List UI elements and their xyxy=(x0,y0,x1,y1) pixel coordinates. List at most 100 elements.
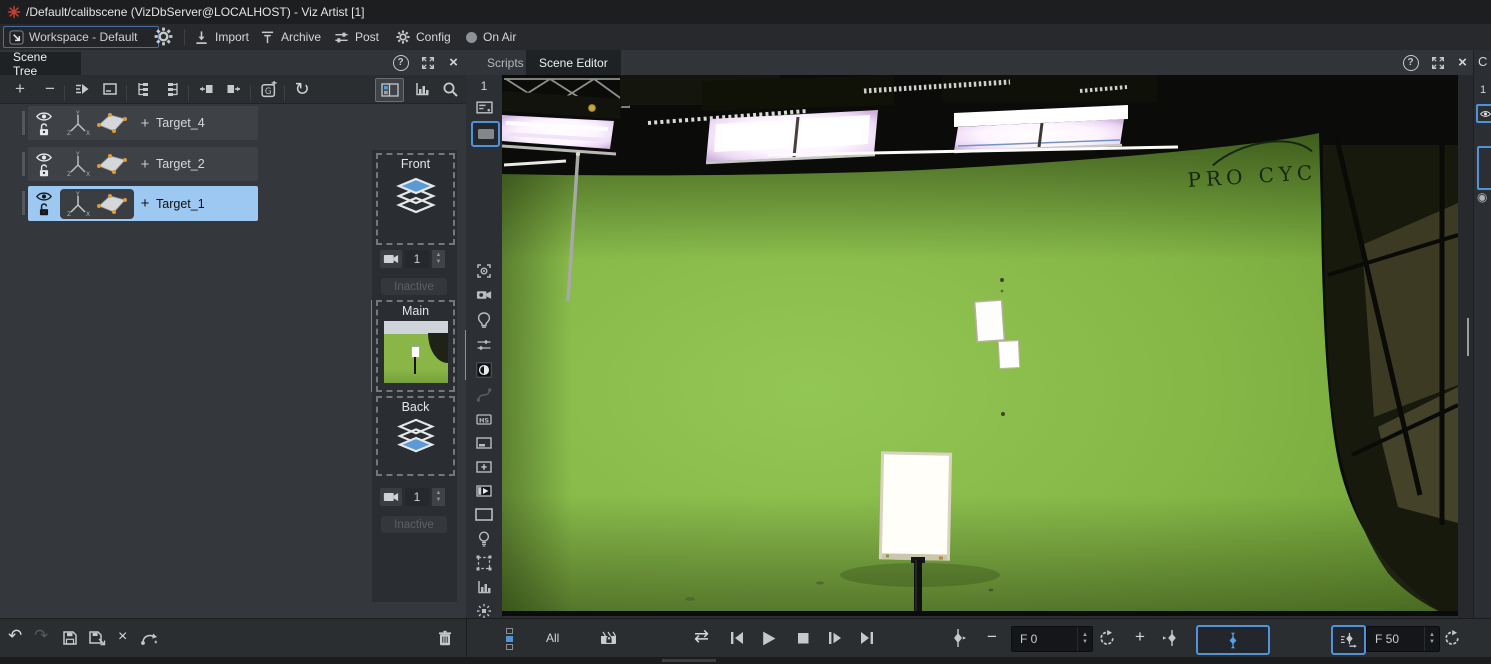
config-button[interactable]: Config xyxy=(396,24,451,50)
frame-end-field[interactable]: F 50 ▲▼ xyxy=(1366,626,1440,652)
trash-icon[interactable] xyxy=(438,630,452,646)
post-button[interactable]: Post xyxy=(334,24,379,50)
camera-icon[interactable] xyxy=(380,488,402,506)
visibility-lock-column[interactable] xyxy=(28,111,60,136)
loop-icon[interactable]: ⇄ xyxy=(694,628,709,645)
back-inactive-button[interactable]: Inactive xyxy=(381,516,447,533)
tree-view-toggle-button[interactable] xyxy=(375,78,404,102)
camera-select-icon[interactable] xyxy=(466,288,502,301)
remove-node-icon[interactable]: − xyxy=(40,80,60,98)
front-camera-spinner[interactable]: ▲▼ xyxy=(432,250,445,268)
insert-after-icon[interactable] xyxy=(224,80,244,98)
main-layer-dropzone[interactable]: Main xyxy=(376,300,455,392)
editor-scrollbar[interactable] xyxy=(1467,318,1469,356)
tree-chart-icon[interactable] xyxy=(412,80,432,98)
jump-to-icon[interactable] xyxy=(140,632,158,646)
expand-node-icon[interactable]: + xyxy=(134,156,156,173)
lighting-bulb-icon[interactable] xyxy=(466,531,502,547)
radio-target-icon[interactable]: ◉ xyxy=(1477,190,1487,204)
add-view-icon[interactable] xyxy=(466,459,502,475)
frame-end-spinner[interactable]: ▲▼ xyxy=(1424,627,1439,651)
performance-chart-icon[interactable] xyxy=(466,579,502,595)
next-keyframe-icon[interactable] xyxy=(1163,629,1179,647)
frame-start-spinner[interactable]: ▲▼ xyxy=(1077,627,1092,651)
tree-node-target-2[interactable]: + Target_2 xyxy=(28,147,258,181)
bounding-box-icon[interactable] xyxy=(466,508,502,521)
close-panel-icon[interactable]: × xyxy=(445,54,462,71)
safe-area-hs-icon[interactable] xyxy=(466,411,502,427)
back-camera-spinner[interactable]: ▲▼ xyxy=(432,488,445,506)
tree-node-target-4[interactable]: + Target_4 xyxy=(28,106,258,140)
help-icon[interactable]: ? xyxy=(392,54,409,71)
back-camera-count[interactable]: 1 xyxy=(405,488,429,506)
add-node-icon[interactable]: + xyxy=(10,80,30,98)
play-icon[interactable] xyxy=(760,630,777,647)
layer-dots-widget[interactable] xyxy=(506,628,513,650)
storyboard-icon[interactable] xyxy=(466,99,502,116)
front-inactive-button[interactable]: Inactive xyxy=(381,278,447,295)
light-pin-icon[interactable] xyxy=(466,312,502,328)
tab-scene-tree[interactable]: Scene Tree xyxy=(0,52,81,77)
expand-node-icon[interactable]: + xyxy=(134,195,156,212)
back-layer-dropzone[interactable]: Back xyxy=(376,396,455,476)
center-view-icon[interactable] xyxy=(466,263,502,279)
adjust-sliders-icon[interactable] xyxy=(466,337,502,353)
import-button[interactable]: Import xyxy=(194,24,249,50)
step-forward-icon[interactable] xyxy=(827,630,843,646)
stop-icon[interactable] xyxy=(795,630,811,646)
expand-panel-icon[interactable] xyxy=(1429,54,1446,71)
filter-tree-icon[interactable] xyxy=(72,80,92,98)
contrast-icon[interactable] xyxy=(466,362,502,378)
archive-button[interactable]: Archive xyxy=(260,24,321,50)
visibility-lock-column[interactable] xyxy=(28,152,60,177)
scene-viewport[interactable]: PRO CYC xyxy=(502,75,1458,616)
reset-loop-icon[interactable] xyxy=(1099,630,1115,646)
remove-keyframe-icon[interactable]: − xyxy=(987,628,997,645)
preview-mode-button[interactable] xyxy=(471,121,500,147)
workspace-button[interactable]: Workspace - Default xyxy=(3,26,159,48)
save-icon[interactable] xyxy=(62,630,78,646)
prev-keyframe-icon[interactable] xyxy=(951,629,966,647)
visibility-eye-button[interactable] xyxy=(1476,104,1491,123)
director-all-selector[interactable]: All xyxy=(546,631,559,645)
visibility-lock-column[interactable] xyxy=(28,191,60,216)
window-view-icon[interactable] xyxy=(466,435,502,451)
node-icon-cluster[interactable] xyxy=(60,149,134,179)
keyframe-edit-button[interactable] xyxy=(1331,625,1366,655)
row-grip[interactable] xyxy=(22,152,25,176)
front-layer-dropzone[interactable]: Front xyxy=(376,153,455,245)
skip-start-icon[interactable] xyxy=(729,630,745,646)
row-grip[interactable] xyxy=(22,111,25,135)
frame-start-field[interactable]: F 0 ▲▼ xyxy=(1011,626,1093,652)
keyframe-mode-button[interactable] xyxy=(1196,625,1270,655)
add-group-icon[interactable] xyxy=(258,80,278,98)
camera-icon[interactable] xyxy=(380,250,402,268)
on-air-button[interactable]: On Air xyxy=(466,24,516,50)
collapse-tree-icon[interactable] xyxy=(162,80,182,98)
node-icon-cluster[interactable] xyxy=(60,108,134,138)
insert-before-icon[interactable] xyxy=(196,80,216,98)
refresh-icon[interactable]: ↻ xyxy=(292,80,312,98)
reset-loop-icon[interactable] xyxy=(1444,630,1460,646)
brightness-grid-icon[interactable] xyxy=(466,603,502,619)
row-grip[interactable] xyxy=(22,191,25,215)
note-icon[interactable] xyxy=(100,80,120,98)
main-layer-thumbnail[interactable] xyxy=(384,321,448,383)
expand-panel-icon[interactable] xyxy=(419,54,436,71)
help-icon[interactable]: ? xyxy=(1402,54,1419,71)
front-camera-count[interactable]: 1 xyxy=(405,250,429,268)
save-as-icon[interactable] xyxy=(88,630,106,646)
right-panel-field[interactable] xyxy=(1477,146,1491,190)
undo-icon[interactable]: ↶ xyxy=(8,627,22,644)
add-keyframe-icon[interactable]: + xyxy=(1135,628,1145,645)
clapper-lock-icon[interactable] xyxy=(600,630,618,645)
scroll-thumb[interactable] xyxy=(662,659,716,662)
skip-end-icon[interactable] xyxy=(859,630,875,646)
tree-node-target-1-selected[interactable]: + Target_1 xyxy=(28,186,258,221)
expand-tree-icon[interactable] xyxy=(134,80,154,98)
discard-icon[interactable]: × xyxy=(118,628,127,645)
node-icon-cluster[interactable] xyxy=(60,189,134,219)
settings-gear-icon[interactable] xyxy=(154,27,173,46)
search-icon[interactable] xyxy=(440,80,460,98)
selection-area-icon[interactable] xyxy=(466,555,502,571)
